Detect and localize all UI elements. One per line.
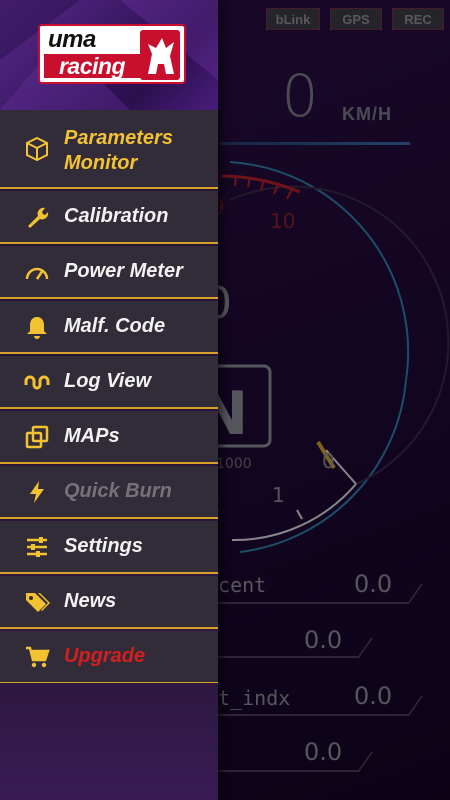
menu-item-power-meter[interactable]: Power Meter <box>0 246 218 299</box>
wolf-mark-icon <box>140 30 180 80</box>
speedometer-icon <box>24 259 50 285</box>
log-wave-icon <box>24 369 50 395</box>
menu-item-settings[interactable]: Settings <box>0 521 218 574</box>
drawer-footer <box>0 683 218 800</box>
menu-label: Log View <box>64 370 152 392</box>
menu-label: Upgrade <box>64 645 146 667</box>
menu-label: Calibration <box>64 205 169 227</box>
menu-item-parameters-monitor[interactable]: Parameters Monitor <box>0 110 218 189</box>
menu-label: Settings <box>64 535 143 557</box>
navigation-drawer: uma racing Parameters Monitor Calibration… <box>0 0 218 800</box>
logo-text-racing: racing <box>44 54 140 78</box>
lightning-icon <box>24 479 50 505</box>
menu-label: Parameters Monitor <box>64 127 173 174</box>
menu-item-news[interactable]: News <box>0 576 218 629</box>
wrench-icon <box>24 204 50 230</box>
bell-icon <box>24 314 50 340</box>
menu-item-log-view[interactable]: Log View <box>0 356 218 409</box>
cart-icon <box>24 644 50 670</box>
menu-item-maps[interactable]: MAPs <box>0 411 218 464</box>
menu-label: Quick Burn <box>64 480 172 502</box>
copy-squares-icon <box>24 424 50 450</box>
menu-label: Malf. Code <box>64 315 166 337</box>
cube-outline-icon <box>24 136 50 162</box>
menu-item-upgrade[interactable]: Upgrade <box>0 631 218 684</box>
uma-racing-logo: uma racing <box>38 24 186 84</box>
menu-item-quick-burn[interactable]: Quick Burn <box>0 466 218 519</box>
tags-icon <box>24 589 50 615</box>
menu-label: Power Meter <box>64 260 183 282</box>
menu-label: News <box>64 590 117 612</box>
menu-item-malf-code[interactable]: Malf. Code <box>0 301 218 354</box>
menu-item-calibration[interactable]: Calibration <box>0 191 218 244</box>
sliders-icon <box>24 534 50 560</box>
logo-text-uma: uma <box>48 26 96 53</box>
menu-label: MAPs <box>64 425 120 447</box>
drawer-header: uma racing <box>0 0 218 110</box>
